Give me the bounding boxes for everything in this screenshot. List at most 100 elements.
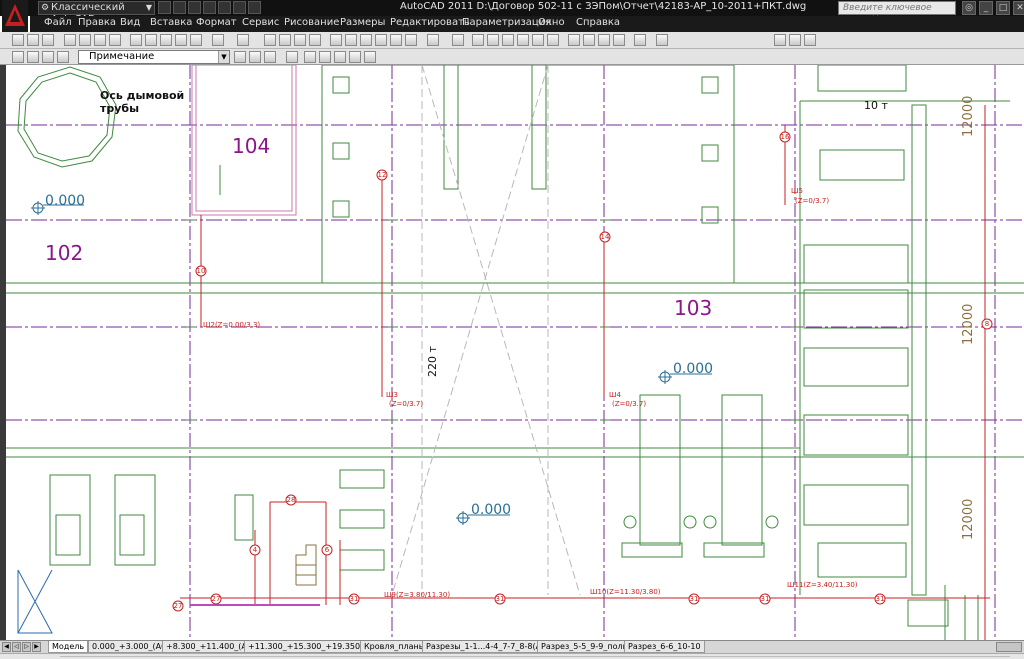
left-view-icon[interactable] [502,34,514,46]
camera-icon[interactable] [634,34,646,46]
make-current-icon[interactable] [234,51,246,63]
tab-model[interactable]: Модель [48,641,89,653]
render-icon[interactable] [804,34,816,46]
prev-tab-arrow-icon[interactable]: ◁ [12,642,21,652]
open-icon[interactable] [173,1,186,14]
marker-label: 27 [212,595,221,603]
realistic-style-icon[interactable] [334,51,346,63]
minimize-button[interactable]: _ [979,1,993,15]
help-icon[interactable] [427,34,439,46]
tab-scrollbar[interactable] [996,642,1022,652]
sheet-set-icon[interactable] [375,34,387,46]
conceptual-style-icon[interactable] [349,51,361,63]
note-sh5: Ш5 [791,187,803,195]
drawing-canvas[interactable]: Ось дымовой трубы 104 102 103 0.000 0.00… [0,65,1024,640]
zoom-realtime-icon[interactable] [279,34,291,46]
top-view-icon[interactable] [472,34,484,46]
layer-manager-icon[interactable] [12,51,24,63]
design-center-icon[interactable] [345,34,357,46]
new-file-icon[interactable] [12,34,24,46]
cut-icon[interactable] [130,34,142,46]
open-file-icon[interactable] [27,34,39,46]
tab-section-5-5[interactable]: Разрез_5-5_9-9_полы [537,641,633,653]
load-10t-label: 10 т [864,99,888,112]
properties-icon[interactable] [330,34,342,46]
markup-icon[interactable] [390,34,402,46]
horizontal-scrollbar[interactable] [0,653,1024,659]
match-properties-icon[interactable] [175,34,187,46]
tool-palettes-icon[interactable] [360,34,372,46]
front-view-icon[interactable] [532,34,544,46]
zoom-window-icon[interactable] [294,34,306,46]
lock-icon[interactable] [57,51,69,63]
save-icon[interactable] [188,1,201,14]
layer-state-icon[interactable] [264,51,276,63]
visual-styles-manager-icon[interactable] [364,51,376,63]
gear-icon: ⚙ [41,3,50,13]
new-icon[interactable] [158,1,171,14]
tab-section-6-6[interactable]: Разрез_6-6_10-10 [624,641,705,653]
layers-toolbar: Примечание ▼ [0,49,1024,65]
redo-icon[interactable] [233,1,246,14]
visual-style-icon[interactable] [789,34,801,46]
layer-dropdown[interactable]: Примечание ▼ [78,50,230,64]
note-sh10: Ш10(Z=11.30/3.80) [590,588,661,596]
workspace-dropdown[interactable]: ⚙ Классический AutoCAD ▼ [38,1,155,25]
layer-previous-icon[interactable] [249,51,261,63]
pan-icon[interactable] [264,34,276,46]
hidden-style-icon[interactable] [319,51,331,63]
autocad-app-button[interactable] [2,0,28,32]
quickcalc-icon[interactable] [405,34,417,46]
right-view-icon[interactable] [517,34,529,46]
freeze-sun-icon[interactable] [42,51,54,63]
bottom-view-icon[interactable] [487,34,499,46]
restore-button[interactable]: □ [996,1,1010,15]
block-editor-icon[interactable] [190,34,202,46]
back-view-icon[interactable] [547,34,559,46]
publish-icon[interactable] [94,34,106,46]
tab-layout-0000[interactable]: 0.000_+3.000_(A0) [88,641,174,653]
search-input[interactable]: Введите ключевое слово/фразу [838,1,956,25]
menu-modify[interactable]: Редактировать [390,17,470,28]
first-tab-arrow-icon[interactable]: ◀ [2,642,11,652]
menu-tools[interactable]: Сервис [242,17,279,28]
menu-draw[interactable]: Рисование [284,17,339,28]
nw-iso-icon[interactable] [613,34,625,46]
menu-help[interactable]: Справка [576,17,620,28]
menu-format[interactable]: Формат [196,17,237,28]
views-icon[interactable] [452,34,464,46]
3d-dwf-icon[interactable] [109,34,121,46]
plot-icon[interactable] [64,34,76,46]
next-tab-arrow-icon[interactable]: ▷ [22,642,31,652]
workspace-icon[interactable] [774,34,786,46]
copy-icon[interactable] [145,34,157,46]
paste-icon[interactable] [160,34,172,46]
binoculars-icon[interactable]: ◎ [962,1,976,15]
print-icon[interactable] [248,1,261,14]
zoom-previous-icon[interactable] [309,34,321,46]
close-button[interactable]: ✕ [1013,1,1024,15]
ne-iso-icon[interactable] [598,34,610,46]
se-iso-icon[interactable] [583,34,595,46]
tab-sections-1[interactable]: Разрезы_1-1...4-4_7-7_8-8(A0) [422,641,554,653]
save-file-icon[interactable] [42,34,54,46]
plot-preview-icon[interactable] [79,34,91,46]
menu-file[interactable]: Файл [44,17,72,28]
chevron-down-icon: ▼ [145,3,152,12]
menu-insert[interactable]: Вставка [150,17,192,28]
hide-icon[interactable] [286,51,298,63]
tab-roof-plans[interactable]: Кровля_планы [360,641,430,653]
undo-icon[interactable] [218,1,231,14]
undo-icon[interactable] [212,34,224,46]
sw-iso-icon[interactable] [568,34,580,46]
redo-icon[interactable] [237,34,249,46]
orbit-icon[interactable] [656,34,668,46]
lightbulb-icon[interactable] [27,51,39,63]
plot-icon[interactable] [203,1,216,14]
menu-window[interactable]: Окно [538,17,565,28]
menu-view[interactable]: Вид [120,17,140,28]
menu-edit[interactable]: Правка [78,17,116,28]
menu-dimension[interactable]: Размеры [340,17,385,28]
last-tab-arrow-icon[interactable]: ▶ [32,642,41,652]
wireframe-icon[interactable] [304,51,316,63]
